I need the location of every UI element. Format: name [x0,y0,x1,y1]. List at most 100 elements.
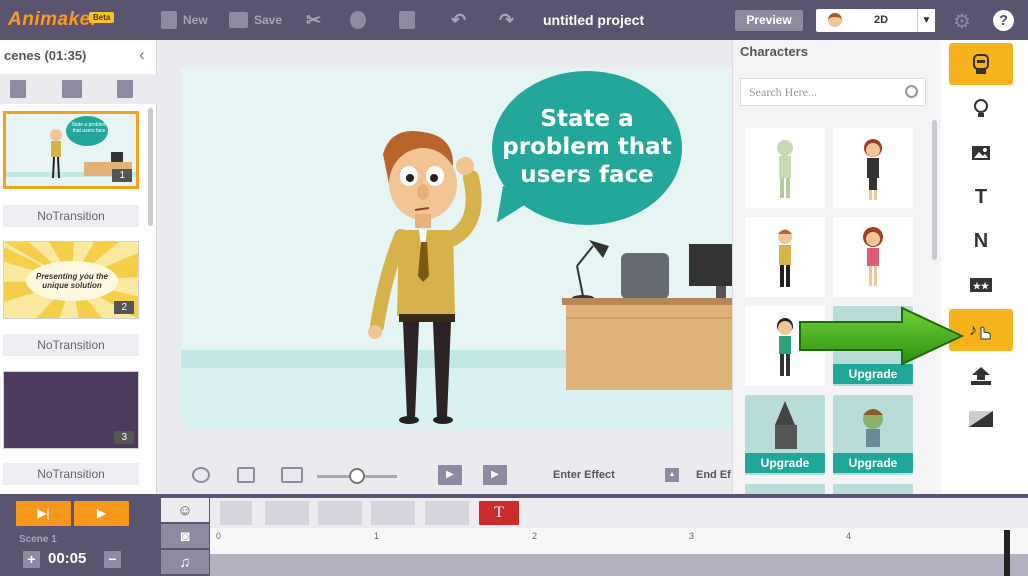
character-search-input[interactable]: Search Here... [740,78,926,106]
cut-button[interactable]: ✂ [306,0,321,40]
character-tile-mummy[interactable] [745,128,825,208]
timeline-tab-music[interactable]: ♫ [161,550,209,574]
add-scene-icon[interactable] [10,80,26,98]
decrease-duration-button[interactable]: − [104,551,121,568]
scenes-header: cenes (01:35) [4,48,87,63]
music-note-icon: ♫ [179,553,191,571]
timeline-item-character[interactable] [425,501,469,525]
character-tile-partial-1[interactable] [745,484,825,494]
timeline: ▶| ▶ Scene 1 + 00:05 − ☺ ◙ ♫ T 0 1 2 3 4 [0,494,1028,576]
backgrounds-tool-button[interactable] [949,132,1013,174]
copy-icon [350,11,366,29]
timeline-play-button[interactable]: ▶ [74,501,129,526]
mode-value: 2D [874,14,889,26]
gear-icon[interactable]: ⚙ [953,9,971,34]
character-icon [973,54,989,74]
timeline-tabs: ☺ ◙ ♫ [161,498,209,576]
scenes-panel: cenes (01:35) ‹ State a problem that use… [0,40,157,494]
timeline-track[interactable] [210,554,1028,576]
scene-thumbnail-1[interactable]: State a problem that users face 1 [3,111,139,189]
copy-button[interactable] [350,0,366,40]
play-button[interactable]: ▶ [483,465,507,485]
scene-2-caption: Presenting you the unique solution [35,272,108,290]
ruler-tick: 4 [846,531,852,541]
character-tile-girl[interactable] [833,217,913,297]
scene-1-transition[interactable]: NoTransition [3,205,139,227]
timeline-item-desk[interactable] [318,501,362,525]
save-button[interactable]: Save [229,0,282,40]
duplicate-scene-icon[interactable] [62,80,82,98]
upgrade-button[interactable]: Upgrade [833,453,913,473]
fit-screen-icon[interactable] [237,467,255,483]
girl-character-icon [863,227,883,286]
chevron-down-icon: ▼ [917,9,935,32]
upgrade-button[interactable]: Upgrade [745,453,825,473]
scene-thumbnail-3[interactable]: 3 [3,371,139,449]
color-tool-button[interactable] [949,398,1013,440]
collapse-panel-icon[interactable]: ‹ [139,45,145,65]
character-tile-man[interactable] [745,217,825,297]
new-file-icon [161,11,177,29]
scene-duration: 00:05 [48,550,87,567]
timeline-ruler[interactable]: 0 1 2 3 4 [210,528,1028,554]
scissors-icon: ✂ [306,9,322,30]
props-tool-button[interactable] [949,88,1013,130]
scene-1-bubble-text: State a problem that users face [71,122,107,134]
characters-scrollbar[interactable] [932,120,937,260]
character-tile-partial-2[interactable] [833,484,913,494]
mummy-character-icon [777,140,793,198]
timeline-item-lamp[interactable] [371,501,415,525]
timeline-scene-label: Scene 1 [19,534,57,545]
preview-button[interactable]: Preview [735,10,803,31]
mode-dropdown[interactable]: 2D ▼ [816,9,935,32]
timeline-end-marker[interactable] [1004,530,1010,576]
new-label: New [183,13,208,27]
timeline-item-text[interactable]: T [479,501,519,525]
tool-rail: T N ★★ ♪ [941,40,1028,494]
green-arrow-pointer [799,306,964,366]
scene-canvas[interactable]: State a problem that users face [181,68,732,430]
paste-button[interactable] [399,0,415,40]
play-scene-button[interactable]: ▶ [438,465,462,485]
zoom-slider-handle[interactable] [349,468,365,484]
crosshair-icon[interactable] [192,467,210,483]
character-tile-businesswoman[interactable] [833,128,913,208]
scene-3-transition[interactable]: NoTransition [3,463,139,485]
timeline-tab-camera[interactable]: ◙ [161,524,209,548]
image-icon [972,146,990,160]
stage-area: State a problem that users face ▶ ▶ Ente… [157,40,732,494]
help-button[interactable]: ? [993,10,1014,31]
effects-tool-button[interactable]: ★★ [949,264,1013,306]
character-tile-witch[interactable]: Upgrade [745,395,825,475]
new-button[interactable]: New [161,0,208,40]
project-title[interactable]: untitled project [543,12,644,28]
delete-scene-icon[interactable] [117,80,133,98]
n-letter-icon: N [973,229,989,252]
increase-duration-button[interactable]: + [23,551,40,568]
undo-button[interactable]: ↶ [451,0,466,40]
end-effect-label[interactable]: End Ef [696,469,731,481]
characters-tool-button[interactable] [949,43,1013,85]
timeline-item-bubble[interactable] [220,501,252,525]
scene-thumbnail-2[interactable]: Presenting you the unique solution 2 [3,241,139,319]
end-effect-icon[interactable]: ▲ [665,468,679,482]
scene-2-transition[interactable]: NoTransition [3,334,139,356]
ruler-tick: 0 [216,531,222,541]
search-icon[interactable] [905,85,918,98]
text-tool-button[interactable]: T [949,176,1013,218]
upgrade-button[interactable]: Upgrade [833,364,913,384]
scene-number: 1 [112,169,132,182]
enter-effect-label[interactable]: Enter Effect [553,469,615,481]
ruler-tick: 1 [374,531,380,541]
play-from-start-button[interactable]: ▶| [16,501,71,526]
speech-bubble[interactable]: State a problem that users face [492,71,682,225]
scenes-scrollbar[interactable] [148,108,153,226]
redo-button[interactable]: ↷ [499,0,514,40]
witch-character-icon [775,401,797,449]
timeline-tab-characters[interactable]: ☺ [161,498,209,522]
grid-icon[interactable] [281,467,303,483]
nosy-tool-button[interactable]: N [949,220,1013,262]
zombie-character-icon [863,409,883,447]
timeline-item-chair[interactable] [265,501,309,525]
character-tile-zombie[interactable]: Upgrade [833,395,913,475]
